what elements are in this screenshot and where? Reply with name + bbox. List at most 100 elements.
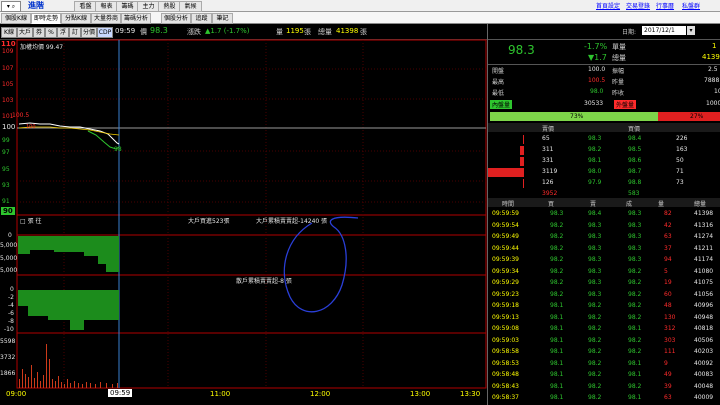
y-label-103: 103 — [2, 97, 14, 104]
trade-cell-tot: 41056 — [694, 290, 714, 298]
trade-cell-t: 09:58:48 — [492, 371, 519, 378]
ref-value-label: 100 — [26, 124, 36, 130]
date-picker-icon[interactable]: ▾ — [687, 26, 695, 35]
trade-row[interactable]: 09:59:13 98.1 98.2 98.2 130 40948 — [488, 313, 720, 325]
trade-row[interactable]: 09:58:43 98.1 98.2 98.2 39 40048 — [488, 382, 720, 394]
trade-row[interactable]: 09:59:29 98.2 98.3 98.2 19 41075 — [488, 278, 720, 290]
big-holder-panel-label[interactable]: □ 張 往 — [20, 216, 41, 225]
total-volume-label: 總量 — [318, 28, 332, 36]
trade-row[interactable]: 09:59:23 98.2 98.3 98.2 60 41056 — [488, 290, 720, 302]
trade-row[interactable]: 09:59:08 98.1 98.2 98.1 312 40818 — [488, 324, 720, 336]
tool-button-chips[interactable]: 籌碼 — [116, 1, 139, 12]
trade-cell-s: 98.2 — [588, 371, 602, 378]
tab-kline[interactable]: 個股K線 — [1, 13, 31, 24]
link-calendar[interactable]: 行事曆 — [656, 1, 674, 10]
x-label-1330: 13:30 — [460, 390, 481, 398]
trade-row[interactable]: 09:59:49 98.2 98.3 98.3 63 41274 — [488, 232, 720, 244]
price-dist-button[interactable]: 分價 — [81, 27, 97, 38]
tool-button-weather[interactable]: 氣候 — [179, 1, 202, 12]
ref-left-label: 100.5 — [12, 112, 30, 119]
trade-cell-p: 98.2 — [628, 348, 642, 355]
trade-row[interactable]: 09:58:48 98.1 98.2 98.1 49 40083 — [488, 370, 720, 382]
book-cell-sq: 71 — [676, 168, 684, 175]
trade-cell-t: 09:59:44 — [492, 244, 519, 252]
y-label-110: 110 — [1, 40, 16, 48]
tab-intraday[interactable]: 即時走勢 — [31, 13, 61, 24]
trade-cell-t: 09:59:39 — [492, 256, 519, 263]
total-volume-value: 41398 — [336, 27, 359, 35]
symbol-code[interactable]: 進階 — [28, 0, 44, 11]
order-book: 65 98.3 98.4 226 311 98.2 98.5 163 331 98.1 98.6 50… — [488, 134, 720, 194]
cdp-button[interactable]: CDP — [97, 27, 113, 38]
trade-cell-b: 98.1 — [550, 371, 564, 378]
trade-row[interactable]: 09:58:37 98.1 98.2 98.1 63 40009 — [488, 393, 720, 405]
trade-cell-b: 98.1 — [550, 302, 564, 309]
trade-cell-p: 98.3 — [628, 244, 642, 252]
kline-button[interactable]: K線 — [1, 27, 17, 38]
trade-cell-t: 09:59:18 — [492, 302, 519, 309]
trade-cell-p: 98.3 — [628, 210, 642, 217]
change-label: 漲跌 — [187, 28, 201, 36]
bid-depth-bar — [522, 179, 524, 188]
book-cell-bq: 331 — [542, 157, 554, 164]
top-bar: ▾ ⌕ 進階 看盤 報表 籌碼 主力 熱股 氣候 首頁設定 交易登錄 行事曆 私… — [0, 0, 720, 12]
trade-row[interactable]: 09:59:44 98.2 98.3 98.3 37 41211 — [488, 244, 720, 256]
book-cell-sp: 98.7 — [628, 168, 642, 175]
intraday-chart[interactable]: 110 109 107 105 103 101 100 99 97 95 93 … — [0, 39, 487, 405]
chart-toolbar: K線 大戶 券 % 浮 訂 分價 CDP 09:59 價 98.3 漲跌 ▲1.… — [0, 24, 487, 40]
trade-cell-t: 09:59:08 — [492, 325, 519, 332]
link-home-settings[interactable]: 首頁設定 — [596, 1, 620, 10]
high-value: 100.5 — [588, 77, 606, 84]
trade-cell-p: 98.1 — [628, 371, 642, 378]
menu-dropdown[interactable]: ▾ ⌕ — [1, 1, 21, 12]
link-trade-login[interactable]: 交易登錄 — [626, 1, 650, 10]
tool-button-main[interactable]: 主力 — [137, 1, 160, 12]
trade-row[interactable]: 09:59:03 98.1 98.2 98.2 303 40506 — [488, 336, 720, 348]
tool-button-report[interactable]: 報表 — [95, 1, 118, 12]
trade-cell-s: 98.3 — [588, 279, 602, 286]
book-cell-bq: 311 — [542, 146, 554, 153]
trade-row[interactable]: 09:58:53 98.1 98.2 98.1 9 40092 — [488, 359, 720, 371]
tab-track[interactable]: 追蹤 — [191, 13, 212, 24]
retail-cum-note: 散戶累積賣賣超-8 張 — [236, 278, 292, 285]
tab-stock-analysis[interactable]: 個股分析 — [161, 13, 191, 24]
percent-button[interactable]: % — [45, 27, 57, 38]
book-cell-bp: 97.9 — [588, 179, 602, 186]
book-cell-bp: 98.2 — [588, 146, 602, 153]
tab-big-broker[interactable]: 大量券商 — [91, 13, 121, 24]
book-cell-sq: 226 — [676, 135, 688, 142]
y-label-95: 95 — [2, 166, 10, 173]
big-holder-button[interactable]: 大戶 — [17, 27, 33, 38]
p3-label-1: -2 — [8, 294, 14, 301]
tool-button-view[interactable]: 看盤 — [74, 1, 97, 12]
trade-cell-b: 98.2 — [550, 244, 564, 252]
trade-row[interactable]: 09:59:34 98.2 98.3 98.2 5 41080 — [488, 267, 720, 279]
trade-cell-t: 09:59:49 — [492, 233, 519, 240]
amp-label: 振幅 — [612, 68, 625, 75]
toolbar-time: 09:59 — [115, 27, 136, 35]
coupon-button[interactable]: 券 — [33, 27, 45, 38]
tab-chip-analysis[interactable]: 籌碼分析 — [121, 13, 151, 24]
subscribe-button[interactable]: 訂 — [69, 27, 81, 38]
order-book-row[interactable]: 126 97.9 98.8 73 — [488, 178, 720, 190]
p3-label-0: 0 — [10, 286, 14, 293]
trade-cell-q: 82 — [664, 210, 672, 217]
tool-button-hot[interactable]: 熱股 — [158, 1, 181, 12]
trade-row[interactable]: 09:59:39 98.2 98.3 98.3 94 41174 — [488, 255, 720, 267]
trades-list[interactable]: 09:59:59 98.3 98.4 98.3 82 41398 09:59:54 98.2 9… — [488, 209, 720, 405]
trade-row[interactable]: 09:59:59 98.3 98.4 98.3 82 41398 — [488, 209, 720, 221]
link-private[interactable]: 私盤群 — [682, 1, 700, 10]
volume-bars — [19, 344, 118, 388]
buy-ratio-label: 73% — [570, 113, 584, 120]
trade-cell-t: 09:59:34 — [492, 267, 519, 275]
tab-branch-kline[interactable]: 分點K線 — [61, 13, 91, 24]
float-button[interactable]: 浮 — [57, 27, 69, 38]
date-input[interactable]: 2017/12/1 — [642, 26, 686, 35]
trade-row[interactable]: 09:59:18 98.1 98.2 98.2 48 40996 — [488, 301, 720, 313]
trade-row[interactable]: 09:58:58 98.1 98.2 98.2 111 40203 — [488, 347, 720, 359]
trade-row[interactable]: 09:59:54 98.2 98.3 98.3 42 41316 — [488, 221, 720, 233]
y-label-90: 90 — [1, 207, 15, 215]
tab-notes[interactable]: 筆記 — [212, 13, 233, 24]
trade-cell-s: 98.3 — [588, 244, 602, 252]
y-label-109: 109 — [2, 48, 14, 55]
